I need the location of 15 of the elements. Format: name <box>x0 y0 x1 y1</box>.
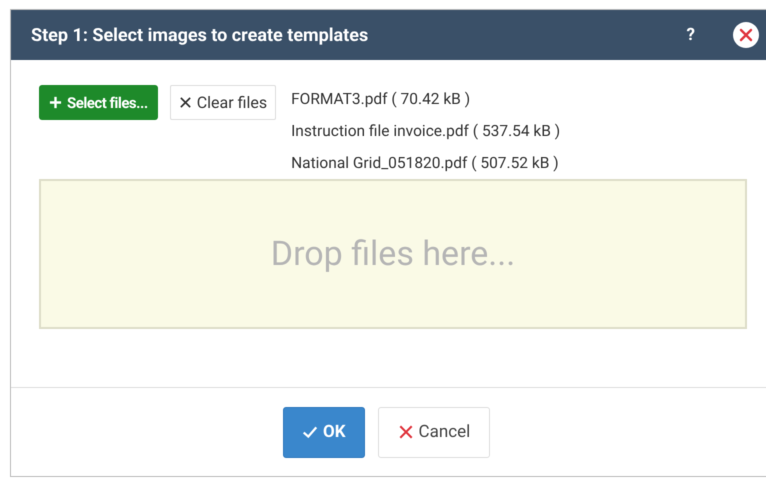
close-icon[interactable] <box>733 22 759 48</box>
file-name: National Grid_051820.pdf ( 507.52 kB ) <box>291 154 560 172</box>
plus-icon <box>49 96 62 109</box>
ok-button[interactable]: OK <box>283 406 365 458</box>
check-icon <box>302 424 318 440</box>
help-button[interactable]: ? <box>686 25 695 45</box>
cross-icon <box>178 96 192 109</box>
file-name: FORMAT3.pdf ( 70.42 kB ) <box>291 90 472 108</box>
clear-files-button[interactable]: Clear files <box>170 85 276 120</box>
select-files-button[interactable]: Select files... <box>39 85 158 120</box>
drop-zone-hint: Drop files here... <box>270 234 516 274</box>
cross-icon <box>398 424 414 440</box>
file-name: Instruction file invoice.pdf ( 537.54 kB ) <box>291 122 560 140</box>
dialog-title: Step 1: Select images to create templates <box>31 24 370 46</box>
cancel-button[interactable]: Cancel <box>378 406 490 458</box>
